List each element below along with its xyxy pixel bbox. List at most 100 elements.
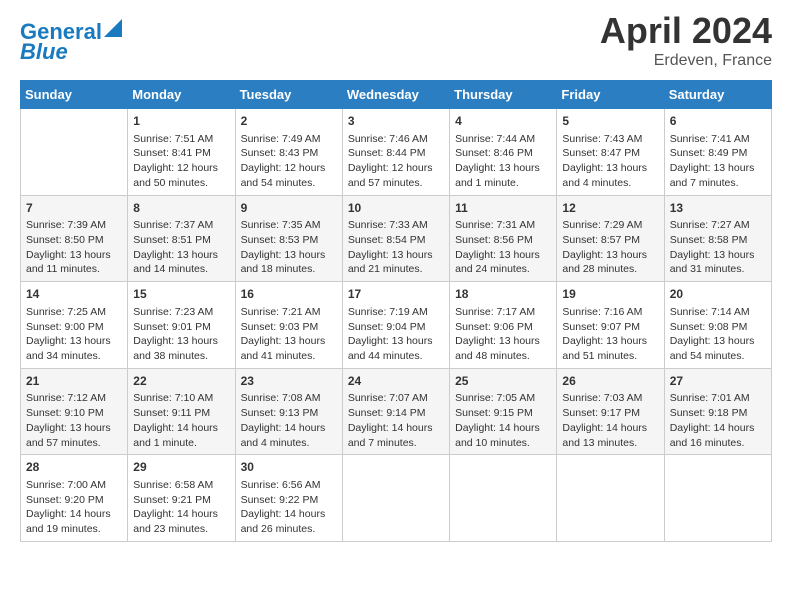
day-info: Sunrise: 7:16 AM Sunset: 9:07 PM Dayligh…: [562, 305, 658, 364]
day-info: Sunrise: 7:23 AM Sunset: 9:01 PM Dayligh…: [133, 305, 229, 364]
calendar-cell: 5Sunrise: 7:43 AM Sunset: 8:47 PM Daylig…: [557, 109, 664, 196]
day-number: 23: [241, 373, 337, 390]
calendar-cell: [450, 455, 557, 542]
calendar-cell: 9Sunrise: 7:35 AM Sunset: 8:53 PM Daylig…: [235, 195, 342, 282]
day-info: Sunrise: 7:27 AM Sunset: 8:58 PM Dayligh…: [670, 218, 766, 277]
logo-blue-text: Blue: [20, 40, 68, 64]
day-number: 22: [133, 373, 229, 390]
day-info: Sunrise: 7:05 AM Sunset: 9:15 PM Dayligh…: [455, 391, 551, 450]
header-friday: Friday: [557, 81, 664, 109]
day-number: 26: [562, 373, 658, 390]
day-number: 12: [562, 200, 658, 217]
calendar-cell: 14 Sunrise: 7:25 AM Sunset: 9:00 PM Dayli…: [21, 282, 128, 369]
calendar-cell: 15 Sunrise: 7:23 AM Sunset: 9:01 PM Dayli…: [128, 282, 235, 369]
calendar-cell: 3 Sunrise: 7:46 AM Sunset: 8:44 PM Daylig…: [342, 109, 449, 196]
calendar-cell: 2 Sunrise: 7:49 AM Sunset: 8:43 PM Daylig…: [235, 109, 342, 196]
day-number: 19: [562, 286, 658, 303]
day-number: 20: [670, 286, 766, 303]
calendar-cell: 13Sunrise: 7:27 AM Sunset: 8:58 PM Dayli…: [664, 195, 771, 282]
calendar-header-row: SundayMondayTuesdayWednesdayThursdayFrid…: [21, 81, 772, 109]
calendar-cell: 11Sunrise: 7:31 AM Sunset: 8:56 PM Dayli…: [450, 195, 557, 282]
calendar-cell: 25Sunrise: 7:05 AM Sunset: 9:15 PM Dayli…: [450, 368, 557, 455]
day-info: Sunrise: 7:19 AM Sunset: 9:04 PM Dayligh…: [348, 305, 444, 364]
day-number: 5: [562, 113, 658, 130]
calendar-cell: 27Sunrise: 7:01 AM Sunset: 9:18 PM Dayli…: [664, 368, 771, 455]
day-number: 15: [133, 286, 229, 303]
day-info: Sunrise: 7:41 AM Sunset: 8:49 PM Dayligh…: [670, 132, 766, 191]
logo: General Blue: [20, 20, 122, 64]
day-number: 25: [455, 373, 551, 390]
week-row-4: 21Sunrise: 7:12 AM Sunset: 9:10 PM Dayli…: [21, 368, 772, 455]
day-info: Sunrise: 7:25 AM Sunset: 9:00 PM Dayligh…: [26, 305, 122, 364]
calendar-title: April 2024: [600, 10, 772, 52]
day-number: 27: [670, 373, 766, 390]
calendar-cell: 7Sunrise: 7:39 AM Sunset: 8:50 PM Daylig…: [21, 195, 128, 282]
calendar-cell: 23Sunrise: 7:08 AM Sunset: 9:13 PM Dayli…: [235, 368, 342, 455]
day-number: 24: [348, 373, 444, 390]
day-number: 3: [348, 113, 444, 130]
calendar-cell: 4Sunrise: 7:44 AM Sunset: 8:46 PM Daylig…: [450, 109, 557, 196]
day-info: Sunrise: 7:31 AM Sunset: 8:56 PM Dayligh…: [455, 218, 551, 277]
week-row-5: 28Sunrise: 7:00 AM Sunset: 9:20 PM Dayli…: [21, 455, 772, 542]
header-tuesday: Tuesday: [235, 81, 342, 109]
day-number: 2: [241, 113, 337, 130]
calendar-cell: 26Sunrise: 7:03 AM Sunset: 9:17 PM Dayli…: [557, 368, 664, 455]
day-number: 13: [670, 200, 766, 217]
calendar-table: SundayMondayTuesdayWednesdayThursdayFrid…: [20, 80, 772, 542]
calendar-cell: 6 Sunrise: 7:41 AM Sunset: 8:49 PM Daylig…: [664, 109, 771, 196]
day-info: Sunrise: 7:49 AM Sunset: 8:43 PM Dayligh…: [241, 132, 337, 191]
title-section: April 2024 Erdeven, France: [600, 10, 772, 70]
calendar-cell: 21Sunrise: 7:12 AM Sunset: 9:10 PM Dayli…: [21, 368, 128, 455]
calendar-cell: 10Sunrise: 7:33 AM Sunset: 8:54 PM Dayli…: [342, 195, 449, 282]
day-number: 14: [26, 286, 122, 303]
day-info: Sunrise: 7:37 AM Sunset: 8:51 PM Dayligh…: [133, 218, 229, 277]
day-number: 9: [241, 200, 337, 217]
day-info: Sunrise: 7:03 AM Sunset: 9:17 PM Dayligh…: [562, 391, 658, 450]
day-info: Sunrise: 7:44 AM Sunset: 8:46 PM Dayligh…: [455, 132, 551, 191]
day-info: Sunrise: 6:56 AM Sunset: 9:22 PM Dayligh…: [241, 478, 337, 537]
day-info: Sunrise: 7:00 AM Sunset: 9:20 PM Dayligh…: [26, 478, 122, 537]
day-number: 11: [455, 200, 551, 217]
day-info: Sunrise: 7:39 AM Sunset: 8:50 PM Dayligh…: [26, 218, 122, 277]
day-number: 17: [348, 286, 444, 303]
calendar-cell: 19 Sunrise: 7:16 AM Sunset: 9:07 PM Dayli…: [557, 282, 664, 369]
calendar-cell: 22Sunrise: 7:10 AM Sunset: 9:11 PM Dayli…: [128, 368, 235, 455]
day-info: Sunrise: 7:07 AM Sunset: 9:14 PM Dayligh…: [348, 391, 444, 450]
calendar-cell: 30Sunrise: 6:56 AM Sunset: 9:22 PM Dayli…: [235, 455, 342, 542]
day-number: 8: [133, 200, 229, 217]
day-info: Sunrise: 7:10 AM Sunset: 9:11 PM Dayligh…: [133, 391, 229, 450]
week-row-2: 7Sunrise: 7:39 AM Sunset: 8:50 PM Daylig…: [21, 195, 772, 282]
calendar-cell: 8Sunrise: 7:37 AM Sunset: 8:51 PM Daylig…: [128, 195, 235, 282]
day-number: 1: [133, 113, 229, 130]
calendar-cell: [21, 109, 128, 196]
day-info: Sunrise: 7:35 AM Sunset: 8:53 PM Dayligh…: [241, 218, 337, 277]
week-row-3: 14 Sunrise: 7:25 AM Sunset: 9:00 PM Dayli…: [21, 282, 772, 369]
header-saturday: Saturday: [664, 81, 771, 109]
calendar-cell: [664, 455, 771, 542]
calendar-cell: 18Sunrise: 7:17 AM Sunset: 9:06 PM Dayli…: [450, 282, 557, 369]
header-sunday: Sunday: [21, 81, 128, 109]
calendar-cell: 12Sunrise: 7:29 AM Sunset: 8:57 PM Dayli…: [557, 195, 664, 282]
calendar-cell: 16Sunrise: 7:21 AM Sunset: 9:03 PM Dayli…: [235, 282, 342, 369]
day-info: Sunrise: 7:14 AM Sunset: 9:08 PM Dayligh…: [670, 305, 766, 364]
calendar-cell: [342, 455, 449, 542]
day-info: Sunrise: 7:01 AM Sunset: 9:18 PM Dayligh…: [670, 391, 766, 450]
day-info: Sunrise: 7:08 AM Sunset: 9:13 PM Dayligh…: [241, 391, 337, 450]
day-info: Sunrise: 6:58 AM Sunset: 9:21 PM Dayligh…: [133, 478, 229, 537]
day-info: Sunrise: 7:33 AM Sunset: 8:54 PM Dayligh…: [348, 218, 444, 277]
calendar-subtitle: Erdeven, France: [600, 52, 772, 70]
day-info: Sunrise: 7:46 AM Sunset: 8:44 PM Dayligh…: [348, 132, 444, 191]
logo-arrow-icon: [104, 19, 122, 37]
day-info: Sunrise: 7:12 AM Sunset: 9:10 PM Dayligh…: [26, 391, 122, 450]
day-number: 6: [670, 113, 766, 130]
calendar-cell: 1Sunrise: 7:51 AM Sunset: 8:41 PM Daylig…: [128, 109, 235, 196]
day-number: 7: [26, 200, 122, 217]
calendar-cell: 29Sunrise: 6:58 AM Sunset: 9:21 PM Dayli…: [128, 455, 235, 542]
header-monday: Monday: [128, 81, 235, 109]
page-header: General Blue April 2024 Erdeven, France: [20, 10, 772, 70]
calendar-cell: 20 Sunrise: 7:14 AM Sunset: 9:08 PM Dayli…: [664, 282, 771, 369]
header-thursday: Thursday: [450, 81, 557, 109]
calendar-cell: 17 Sunrise: 7:19 AM Sunset: 9:04 PM Dayli…: [342, 282, 449, 369]
day-number: 21: [26, 373, 122, 390]
day-info: Sunrise: 7:29 AM Sunset: 8:57 PM Dayligh…: [562, 218, 658, 277]
